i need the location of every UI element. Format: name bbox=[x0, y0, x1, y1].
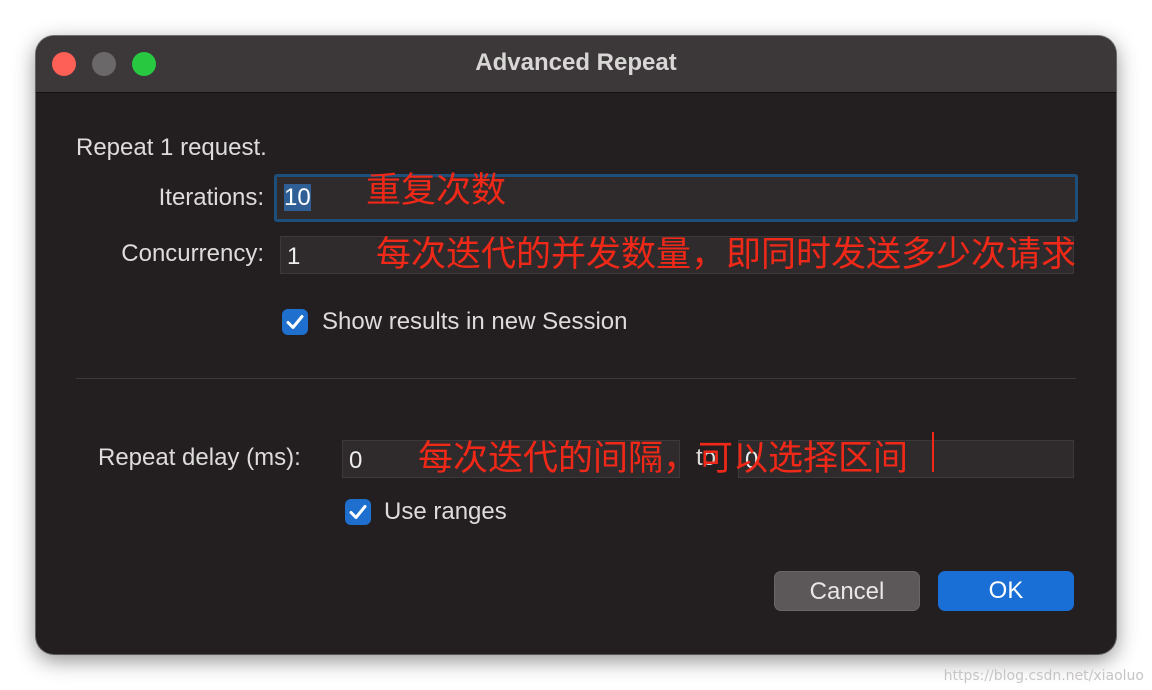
use-ranges-label[interactable]: Use ranges bbox=[384, 498, 507, 526]
iterations-value: 10 bbox=[284, 184, 311, 211]
ok-button[interactable]: OK bbox=[938, 571, 1074, 611]
repeat-delay-annotation: 每次迭代的间隔，可以选择区间 bbox=[418, 439, 909, 479]
section-divider bbox=[76, 378, 1076, 379]
show-results-label[interactable]: Show results in new Session bbox=[322, 308, 627, 336]
repeat-delay-label: Repeat delay (ms): bbox=[98, 444, 301, 471]
text-cursor bbox=[932, 432, 934, 472]
advanced-repeat-dialog: Advanced Repeat Repeat 1 request. Iterat… bbox=[36, 36, 1116, 654]
title-bar[interactable]: Advanced Repeat bbox=[36, 36, 1116, 93]
checkmark-icon bbox=[286, 315, 304, 329]
iterations-annotation: 重复次数 bbox=[366, 171, 507, 211]
concurrency-annotation: 每次迭代的并发数量，即同时发送多少次请求 bbox=[376, 235, 1077, 275]
checkmark-icon bbox=[349, 505, 367, 519]
cancel-button[interactable]: Cancel bbox=[774, 571, 920, 611]
iterations-label: Iterations: bbox=[158, 184, 264, 211]
description-text: Repeat 1 request. bbox=[76, 134, 267, 161]
watermark-text: https://blog.csdn.net/xiaoluo bbox=[943, 668, 1144, 684]
window-title: Advanced Repeat bbox=[475, 49, 677, 76]
concurrency-label: Concurrency: bbox=[121, 240, 264, 267]
use-ranges-checkbox[interactable] bbox=[345, 499, 371, 525]
show-results-checkbox[interactable] bbox=[282, 309, 308, 335]
